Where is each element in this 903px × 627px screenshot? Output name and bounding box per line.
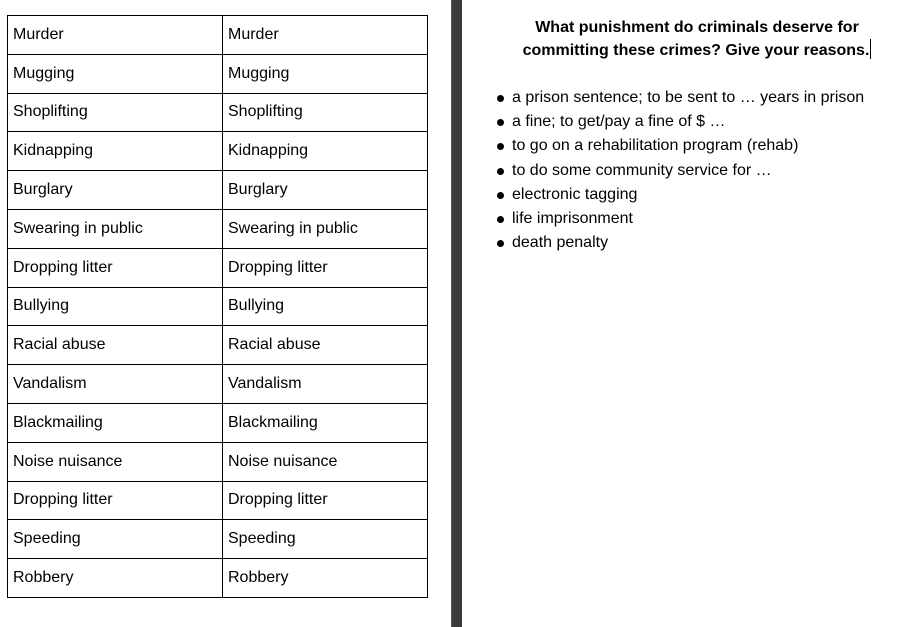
list-item: a prison sentence; to be sent to … years… [496,86,864,110]
table-cell[interactable]: Mugging [222,53,428,94]
page-divider [451,0,462,627]
list-item-text: electronic tagging [512,185,638,203]
table-row: Burglary Burglary [7,170,428,210]
table-cell[interactable]: Shoplifting [222,92,428,133]
bullet-icon [497,119,504,127]
bullet-icon [497,167,504,175]
table-cell[interactable]: Bullying [222,286,428,327]
table-cell[interactable]: Burglary [7,170,223,210]
table-row: Dropping litter Dropping litter [7,247,428,288]
list-item: to go on a rehabilitation program (rehab… [496,134,864,158]
table-cell[interactable]: Dropping litter [7,247,223,288]
bullet-icon [497,191,504,199]
table-cell[interactable]: Vandalism [7,364,223,404]
list-item-text: a prison sentence; to be sent to … years… [512,89,865,106]
table-row: Noise nuisance Noise nuisance [7,441,428,482]
table-cell[interactable]: Dropping litter [222,247,428,288]
table-cell[interactable]: Noise nuisance [222,441,428,482]
table-row: Shoplifting Shoplifting [7,92,428,133]
heading-line-1: What punishment do criminals deserve for [535,19,859,36]
list-item-text: to do some community service for … [512,161,772,179]
table-cell[interactable]: Blackmailing [222,402,428,443]
table-row: Speeding Speeding [7,519,428,560]
list-item-text: life imprisonment [512,210,633,228]
table-cell[interactable]: Kidnapping [7,131,223,172]
table-row: Kidnapping Kidnapping [7,131,428,172]
list-item: life imprisonment [496,207,864,231]
table-cell[interactable]: Speeding [222,519,428,560]
text-cursor [870,39,872,59]
table-row: Mugging Mugging [7,53,428,94]
list-item-text: a fine; to get/pay a fine of $ … [512,113,726,131]
bullet-icon [497,240,504,248]
table-cell[interactable]: Noise nuisance [7,441,223,482]
bullet-icon [497,95,504,102]
heading-line-2: committing these crimes? Give your reaso… [522,42,870,59]
table-row: Vandalism Vandalism [7,364,428,404]
table-cell[interactable]: Racial abuse [222,325,428,366]
list-item-text: to go on a rehabilitation program (rehab… [512,137,799,155]
table-cell[interactable]: Murder [7,15,223,55]
table-row: Racial abuse Racial abuse [7,325,428,366]
punishment-list: a prison sentence; to be sent to … years… [496,86,864,255]
table-row: Robbery Robbery [7,558,428,598]
table-row: Dropping litter Dropping litter [7,480,428,521]
table-cell[interactable]: Murder [222,15,428,55]
list-item: death penalty [496,231,864,255]
question-heading: What punishment do criminals deserve for… [500,16,894,62]
table-cell[interactable]: Burglary [222,170,428,210]
table-cell[interactable]: Mugging [7,53,223,94]
table-cell[interactable]: Swearing in public [7,208,223,249]
bullet-icon [497,143,504,151]
table-cell[interactable]: Speeding [7,519,223,560]
table-cell[interactable]: Racial abuse [7,325,223,366]
table-cell[interactable]: Vandalism [222,364,428,404]
table-row: Bullying Bullying [7,286,428,327]
table-cell[interactable]: Shoplifting [7,92,223,133]
table-cell[interactable]: Dropping litter [222,480,428,521]
table-row: Swearing in public Swearing in public [7,208,428,249]
table-cell[interactable]: Bullying [7,286,223,327]
list-item: to do some community service for … [496,159,864,183]
table-cell[interactable]: Robbery [222,558,428,598]
list-item-text: death penalty [512,234,609,252]
bullet-icon [497,216,504,224]
table-cell[interactable]: Blackmailing [7,402,223,443]
table-cell[interactable]: Robbery [7,558,223,598]
list-item: a fine; to get/pay a fine of $ … [496,110,864,134]
table-cell[interactable]: Swearing in public [222,208,428,249]
table-row: Blackmailing Blackmailing [7,402,428,443]
list-item: electronic tagging [496,183,864,207]
table-row: Murder Murder [7,15,428,55]
table-cell[interactable]: Kidnapping [222,131,428,172]
crimes-table: Murder Murder Mugging Mugging Shoplifting Sho… [7,15,428,598]
table-cell[interactable]: Dropping litter [7,480,223,521]
